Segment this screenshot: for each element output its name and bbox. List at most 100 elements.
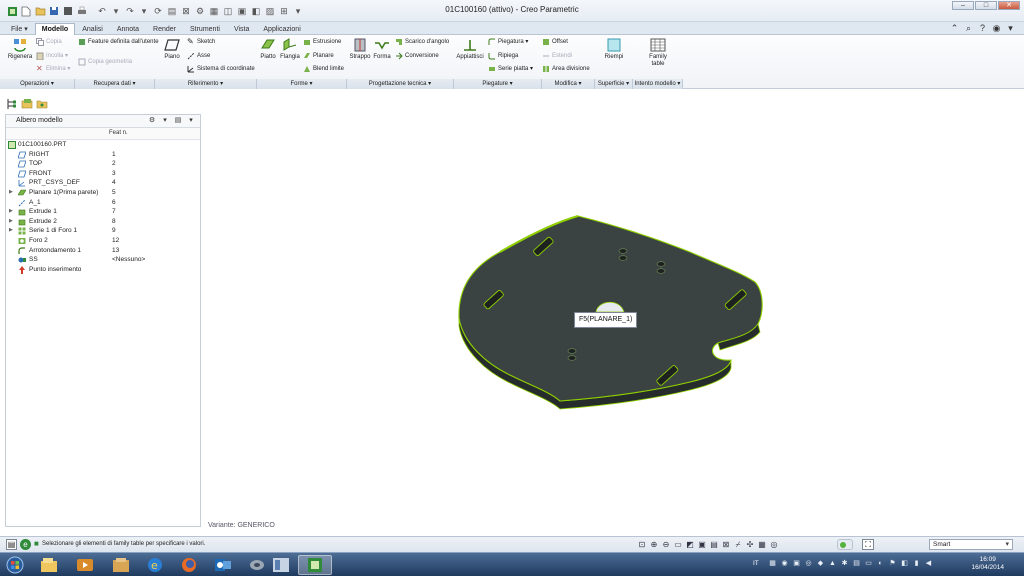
tree-item[interactable]: Arrotondamento 1 13 — [6, 246, 200, 256]
maximize-button[interactable]: □ — [975, 1, 997, 10]
repaint-icon[interactable]: ▭ — [673, 539, 683, 550]
tree-item[interactable]: A_1 6 — [6, 198, 200, 208]
sistema-coordinate-button[interactable]: Sistema di coordinate — [187, 65, 255, 73]
tray-shield-icon[interactable]: ▲ — [828, 559, 837, 569]
language-indicator[interactable]: IT — [753, 560, 759, 567]
tray-chat-icon[interactable]: ◐ — [876, 559, 885, 569]
show-navigator-icon[interactable]: ▤ — [6, 539, 17, 550]
piatto-button[interactable]: Piatto — [257, 38, 279, 61]
tree-settings-dropdown-icon[interactable]: ▾ — [160, 116, 170, 126]
settings-icon[interactable]: ⚙ — [194, 5, 206, 17]
group-label-forme[interactable]: Forme ▾ — [257, 79, 347, 89]
group-label-operazioni[interactable]: Operazioni ▾ — [0, 79, 75, 89]
group-label-riferimento[interactable]: Riferimento ▾ — [155, 79, 257, 89]
taskbar-clock[interactable]: 16:09 16/04/2014 — [971, 556, 1004, 572]
model-tree-tab-icon[interactable] — [6, 98, 18, 110]
undo-icon[interactable]: ↶ — [96, 5, 108, 17]
search-icon[interactable]: ⌕ — [963, 23, 974, 34]
tree-item[interactable]: ▶ Serie 1 di Foro 1 9 — [6, 226, 200, 236]
tray-volume-icon[interactable]: ◀ — [924, 559, 933, 569]
piano-button[interactable]: Piano — [161, 38, 183, 61]
estendi-button[interactable]: Estendi — [542, 52, 572, 60]
taskbar-firefox-icon[interactable] — [172, 555, 206, 575]
datum-display-icon[interactable]: ⌿ — [733, 539, 743, 550]
blend-limite-button[interactable]: Blend limite — [303, 65, 344, 73]
redo-icon[interactable]: ↷ — [124, 5, 136, 17]
tree-item[interactable]: ▶ Extrude 1 7 — [6, 207, 200, 217]
group-label-modifica[interactable]: Modifica ▾ — [542, 79, 595, 89]
taskbar-folder-icon[interactable] — [104, 555, 138, 575]
family-table-button[interactable]: Family table — [644, 38, 672, 68]
expand-arrow-icon[interactable]: ▶ — [9, 226, 13, 236]
zoom-in-icon[interactable]: ⊕ — [649, 539, 659, 550]
folder-browser-icon[interactable] — [21, 98, 33, 110]
refit-icon[interactable]: ⊡ — [637, 539, 647, 550]
tree-item[interactable]: ▶ Planare 1(Prima parete) 5 — [6, 188, 200, 198]
tree-item[interactable]: RIGHT 1 — [6, 150, 200, 160]
undo-dropdown-icon[interactable]: ▾ — [110, 5, 122, 17]
zoom-out-icon[interactable]: ⊖ — [661, 539, 671, 550]
sketch-button[interactable]: ✎ Sketch — [187, 38, 215, 46]
conversione-button[interactable]: Conversione — [395, 52, 439, 60]
tray-antivirus-icon[interactable]: ◉ — [780, 559, 789, 569]
taskbar-media-player-icon[interactable] — [68, 555, 102, 575]
tab-modello[interactable]: Modello — [34, 23, 76, 35]
layers-icon[interactable]: ▦ — [208, 5, 220, 17]
tree-settings-icon[interactable]: ⚙ — [147, 116, 157, 126]
help-icon[interactable]: ? — [977, 23, 988, 34]
appearance-icon[interactable]: ◎ — [769, 539, 779, 550]
redo-dropdown-icon[interactable]: ▾ — [138, 5, 150, 17]
tray-monitor-icon[interactable]: ▭ — [864, 559, 873, 569]
forma-button[interactable]: Forma — [371, 38, 393, 61]
column-feat-number[interactable]: Feat n. — [109, 130, 128, 136]
tab-strumenti[interactable]: Strumenti — [183, 23, 227, 35]
tray-printer-icon[interactable]: ▤ — [852, 559, 861, 569]
strappo-button[interactable]: Strappo — [349, 38, 371, 61]
tab-annota[interactable]: Annota — [110, 23, 146, 35]
taskbar-creo-icon[interactable] — [298, 555, 332, 575]
tab-render[interactable]: Render — [146, 23, 183, 35]
selection-icon[interactable]: ▨ — [264, 5, 276, 17]
elimina-button[interactable]: ✕ Elimina ▾ — [36, 65, 70, 73]
tree-item[interactable]: SS <Nessuno> — [6, 255, 200, 265]
tree-item[interactable]: FRONT 3 — [6, 169, 200, 179]
browser-icon[interactable]: e — [20, 539, 31, 550]
model-icon[interactable]: ◧ — [250, 5, 262, 17]
minimize-button[interactable]: – — [952, 1, 974, 10]
group-label-recupera[interactable]: Recupera dati ▾ — [75, 79, 155, 89]
tray-update-icon[interactable]: ◆ — [816, 559, 825, 569]
customize-icon[interactable]: ▾ — [1005, 23, 1016, 34]
piegatura-button[interactable]: Piegatura ▾ — [488, 38, 528, 46]
view-icon[interactable]: ◫ — [222, 5, 234, 17]
group-label-intento[interactable]: Intento modello ▾ — [633, 79, 683, 89]
start-button[interactable] — [0, 555, 30, 575]
collapse-ribbon-icon[interactable]: ⌃ — [949, 23, 960, 34]
selection-filter-icon[interactable]: ⛶ — [862, 539, 874, 550]
tree-root[interactable]: 01C100160.PRT — [6, 140, 200, 150]
planare-button[interactable]: Planare — [303, 52, 334, 60]
tree-item[interactable]: Punto inserimento — [6, 265, 200, 275]
tray-app-icon[interactable]: ▣ — [792, 559, 801, 569]
tray-flag-icon[interactable]: ⚑ — [888, 559, 897, 569]
tab-analisi[interactable]: Analisi — [75, 23, 110, 35]
asse-button[interactable]: Asse — [187, 52, 210, 60]
tray-display-icon[interactable]: ◧ — [900, 559, 909, 569]
appiattisci-button[interactable]: Appiattisci — [456, 38, 484, 61]
scarico-angolo-button[interactable]: Scarico d'angolo — [395, 38, 449, 46]
tree-item[interactable]: TOP 2 — [6, 159, 200, 169]
view-manager-icon[interactable]: ▤ — [709, 539, 719, 550]
serie-piatta-button[interactable]: Serie piatta ▾ — [488, 65, 533, 73]
incolla-button[interactable]: Incolla ▾ — [36, 52, 68, 61]
copia-geometria-button[interactable]: Copia geometria — [78, 58, 132, 66]
group-label-superficie[interactable]: Superficie ▾ — [595, 79, 633, 89]
saved-views-icon[interactable]: ▣ — [697, 539, 707, 550]
display-style-icon[interactable]: ◩ — [685, 539, 695, 550]
close-window-icon[interactable]: ⊠ — [180, 5, 192, 17]
tree-item[interactable]: Foro 2 12 — [6, 236, 200, 246]
area-divisione-button[interactable]: Area divisione — [542, 65, 590, 73]
copia-button[interactable]: Copia — [36, 38, 62, 46]
tab-applicazioni[interactable]: Applicazioni — [256, 23, 307, 35]
taskbar-ie-icon[interactable]: e — [138, 555, 172, 575]
estrusione-button[interactable]: Estrusione — [303, 38, 341, 46]
open-folder-icon[interactable] — [34, 5, 46, 17]
